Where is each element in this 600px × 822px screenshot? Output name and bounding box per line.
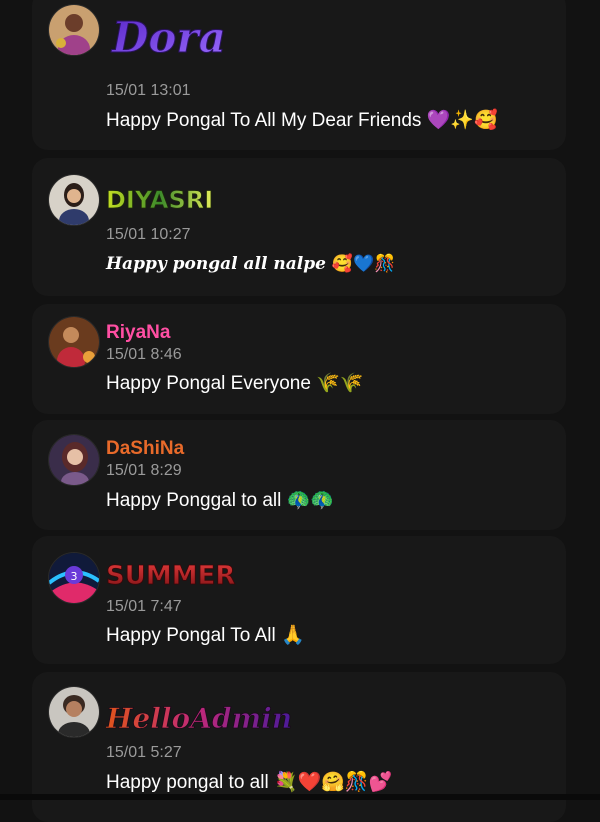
emoji: 🙏 (281, 624, 305, 646)
timestamp: 15/01 8:29 (106, 462, 182, 479)
message-text: Happy pongal to all 💐❤️🤗🎊💕 (106, 770, 392, 794)
message-body: Happy pongal to all (106, 772, 269, 793)
message-text: Happy Ponggal to all 🦚🦚 (106, 488, 334, 512)
emoji: 💐❤️🤗🎊💕 (273, 771, 393, 793)
bottom-edge (0, 794, 600, 800)
svg-text:3: 3 (71, 570, 78, 583)
emoji: 🦚🦚 (286, 489, 334, 511)
avatar[interactable] (48, 686, 100, 738)
username[interactable]: DaShiNa (106, 438, 184, 460)
message-card[interactable]: Dora 15/01 13:01 Happy Pongal To All My … (32, 0, 566, 150)
message-card[interactable]: DIYASRI 15/01 10:27 Happy pongal all nal… (32, 158, 566, 296)
message-card[interactable]: 3 SUMMER 15/01 7:47 Happy Pongal To All … (32, 536, 566, 664)
timestamp: 15/01 5:27 (106, 744, 182, 761)
timestamp: 15/01 8:46 (106, 346, 182, 363)
emoji: 💜✨🥰 (426, 109, 498, 131)
username[interactable]: RiyaNa (106, 322, 170, 344)
message-card[interactable]: DaShiNa 15/01 8:29 Happy Ponggal to all … (32, 420, 566, 530)
username[interactable]: SUMMER (106, 556, 256, 597)
username-text: DIYASRI (106, 186, 213, 214)
username[interactable]: DIYASRI (106, 180, 256, 221)
message-feed: Dora 15/01 13:01 Happy Pongal To All My … (0, 0, 600, 822)
username[interactable]: Dora (110, 8, 230, 69)
message-body: Happy pongal all nalpe (106, 254, 326, 274)
message-body: Happy Pongal To All My Dear Friends (106, 110, 422, 131)
emoji: 🌾🌾 (316, 372, 364, 394)
message-body: Happy Ponggal to all (106, 490, 282, 511)
emoji: 🥰💙🎊 (331, 254, 396, 274)
avatar[interactable] (48, 434, 100, 486)
username[interactable]: HelloAdmin (105, 698, 306, 741)
avatar[interactable] (48, 316, 100, 368)
avatar[interactable] (48, 4, 100, 56)
timestamp: 15/01 7:47 (106, 598, 182, 615)
username-text: HelloAdmin (106, 702, 292, 735)
username-text: SUMMER (106, 561, 235, 591)
timestamp: 15/01 13:01 (106, 82, 191, 99)
message-text: Happy Pongal To All 🙏 (106, 623, 305, 647)
avatar[interactable] (48, 174, 100, 226)
timestamp: 15/01 10:27 (106, 226, 191, 243)
message-text: Happy Pongal To All My Dear Friends 💜✨🥰 (106, 108, 498, 132)
username-text: Dora (111, 13, 226, 62)
message-text: Happy Pongal Everyone 🌾🌾 (106, 371, 364, 395)
message-card[interactable]: RiyaNa 15/01 8:46 Happy Pongal Everyone … (32, 304, 566, 414)
message-body: Happy Pongal To All (106, 625, 276, 646)
message-body: Happy Pongal Everyone (106, 373, 311, 394)
avatar[interactable]: 3 (48, 552, 100, 604)
message-text: Happy pongal all nalpe 🥰💙🎊 (106, 254, 395, 274)
